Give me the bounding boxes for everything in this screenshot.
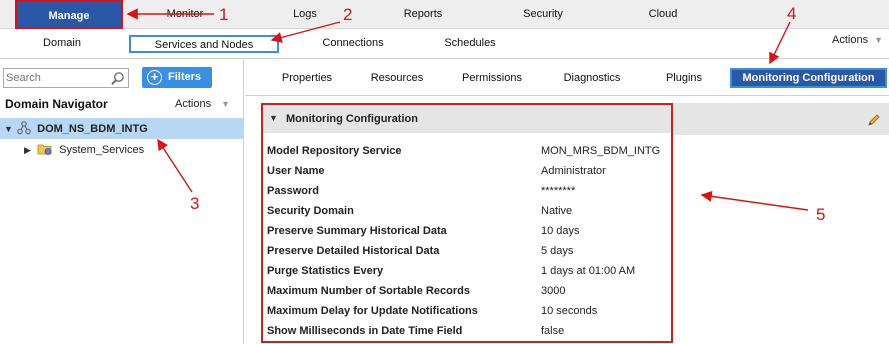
property-value: 5 days xyxy=(541,245,574,257)
tab-reports[interactable]: Reports xyxy=(388,0,458,29)
property-key: Preserve Detailed Historical Data xyxy=(267,245,440,257)
property-key: Purge Statistics Every xyxy=(267,265,384,277)
service-details-panel: Properties Resources Permissions Diagnos… xyxy=(245,60,889,344)
search-box xyxy=(3,68,129,88)
expand-right-icon[interactable]: ▶ xyxy=(24,142,34,158)
tab-monitor[interactable]: Monitor xyxy=(140,0,230,29)
actions-menu-top[interactable]: Actions ▼ xyxy=(832,34,883,46)
dropdown-triangle-icon: ▼ xyxy=(221,99,230,109)
property-key: User Name xyxy=(267,165,325,177)
tab-permissions[interactable]: Permissions xyxy=(452,68,532,88)
property-value: ******** xyxy=(541,185,576,197)
tab-monitoring-configuration[interactable]: Monitoring Configuration xyxy=(730,68,887,88)
monitoring-configuration-section: ▼ Monitoring Configuration Model Reposit… xyxy=(261,103,673,343)
actions-menu-navigator[interactable]: Actions ▼ xyxy=(175,98,230,110)
tab-diagnostics[interactable]: Diagnostics xyxy=(551,68,633,88)
property-key: Maximum Delay for Update Notifications xyxy=(267,305,478,317)
plus-circle-icon: + xyxy=(147,70,162,85)
tree-item-domain[interactable]: ▼ DOM_NS_BDM_INTG xyxy=(4,121,148,137)
tab-connections[interactable]: Connections xyxy=(296,35,410,53)
section-header-extension xyxy=(673,103,889,135)
dropdown-triangle-icon: ▼ xyxy=(874,35,883,45)
property-value: 10 days xyxy=(541,225,580,237)
tree-item-system-services[interactable]: ▶ System_Services xyxy=(24,142,144,158)
tab-manage[interactable]: Manage xyxy=(15,0,123,29)
filters-label: Filters xyxy=(168,71,202,83)
domain-navigator-panel: + Filters Domain Navigator Actions ▼ ▼ DO… xyxy=(0,60,244,344)
actions-label: Actions xyxy=(175,98,212,110)
detail-tabs: Properties Resources Permissions Diagnos… xyxy=(245,60,889,96)
expand-down-icon[interactable]: ▼ xyxy=(4,121,14,137)
property-value: MON_MRS_BDM_INTG xyxy=(541,145,661,157)
annotation-number-3: 3 xyxy=(190,194,200,213)
property-key: Password xyxy=(267,185,319,197)
tab-services-and-nodes[interactable]: Services and Nodes xyxy=(129,35,279,53)
property-value: 10 seconds xyxy=(541,305,598,317)
tab-security[interactable]: Security xyxy=(505,0,581,29)
domain-node-icon xyxy=(17,121,31,135)
property-value: 3000 xyxy=(541,285,566,297)
filters-button[interactable]: + Filters xyxy=(142,67,212,88)
section-title: Monitoring Configuration xyxy=(286,113,418,125)
edit-pencil-icon[interactable] xyxy=(867,113,881,127)
panel-title: Domain Navigator xyxy=(5,97,108,111)
property-key: Security Domain xyxy=(267,205,354,217)
annotation-number-4: 4 xyxy=(787,4,797,23)
tab-logs[interactable]: Logs xyxy=(270,0,340,29)
search-input[interactable] xyxy=(6,70,106,86)
folder-services-icon xyxy=(37,144,52,155)
property-value: false xyxy=(541,325,565,337)
annotation-number-5: 5 xyxy=(816,205,826,224)
actions-label: Actions xyxy=(832,34,869,46)
sub-navigation: Domain Services and Nodes Connections Sc… xyxy=(0,29,889,59)
tab-schedules[interactable]: Schedules xyxy=(430,35,510,53)
search-icon[interactable] xyxy=(110,71,125,86)
property-value: 1 days at 01:00 AM xyxy=(541,265,636,277)
annotation-number-1: 1 xyxy=(219,5,229,24)
tab-properties[interactable]: Properties xyxy=(269,68,345,88)
property-key: Model Repository Service xyxy=(267,145,402,157)
annotation-number-2: 2 xyxy=(343,5,353,24)
collapse-icon[interactable]: ▼ xyxy=(269,113,278,123)
top-navigation: Manage Monitor Logs Reports Security Clo… xyxy=(0,0,889,29)
tree-item-label: System_Services xyxy=(59,144,145,156)
property-key: Preserve Summary Historical Data xyxy=(267,225,447,237)
tree-item-label: DOM_NS_BDM_INTG xyxy=(37,123,148,135)
property-value: Administrator xyxy=(541,165,606,177)
tab-cloud[interactable]: Cloud xyxy=(630,0,696,29)
property-key: Maximum Number of Sortable Records xyxy=(267,285,470,297)
property-value: Native xyxy=(541,205,573,217)
section-header[interactable]: ▼ Monitoring Configuration xyxy=(263,105,671,133)
tab-domain[interactable]: Domain xyxy=(20,35,104,53)
admin-console: Manage Monitor Logs Reports Security Clo… xyxy=(0,0,889,344)
property-key: Show Milliseconds in Date Time Field xyxy=(267,325,463,337)
tab-resources[interactable]: Resources xyxy=(360,68,434,88)
tab-plugins[interactable]: Plugins xyxy=(653,68,715,88)
